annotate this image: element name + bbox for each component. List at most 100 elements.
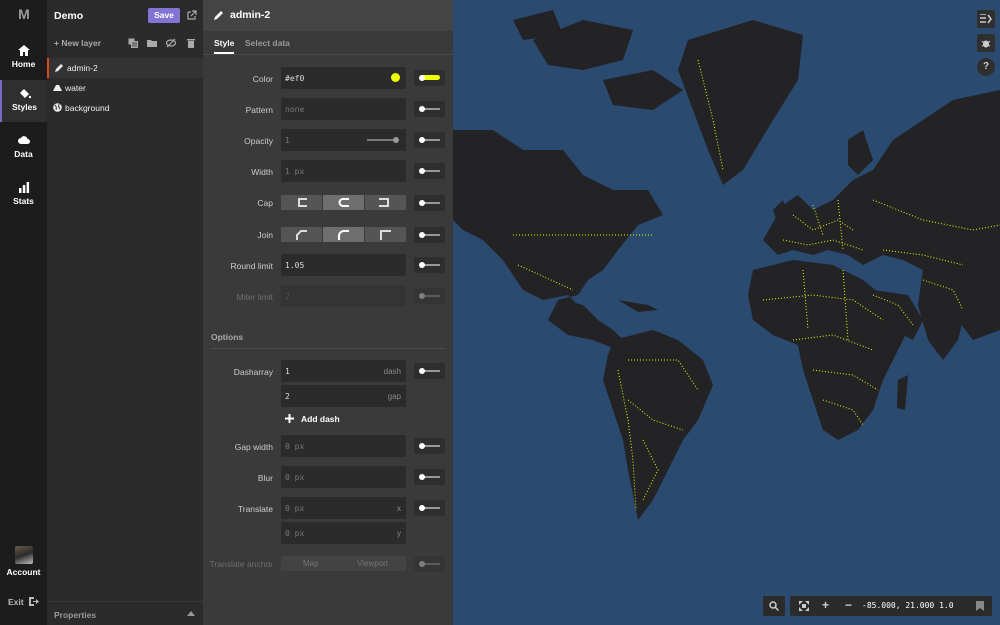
pattern-field[interactable]: none	[281, 98, 406, 120]
blur-zoom-toggle[interactable]	[414, 469, 445, 485]
cap-butt-icon	[298, 198, 307, 207]
property-label: Translate anchor	[209, 559, 273, 569]
bar-chart-icon	[18, 182, 29, 193]
bookmark-icon[interactable]	[976, 601, 984, 611]
join-round-button[interactable]	[323, 227, 364, 242]
fit-bounds-icon[interactable]	[799, 601, 809, 611]
gap-value: 2	[285, 392, 290, 401]
width-zoom-toggle[interactable]	[414, 163, 445, 179]
map-layers-button[interactable]	[977, 10, 995, 28]
translate-zoom-toggle[interactable]	[414, 500, 445, 516]
blur-field[interactable]: 0 px	[281, 466, 406, 488]
opacity-zoom-toggle[interactable]	[414, 132, 445, 148]
translate-y-field[interactable]: 0 px y	[281, 522, 406, 544]
color-zoom-toggle[interactable]	[414, 70, 445, 86]
pattern-zoom-toggle[interactable]	[414, 101, 445, 117]
round-limit-value: 1.05	[285, 261, 305, 270]
tab-select-data[interactable]: Select data	[245, 38, 290, 48]
cap-zoom-toggle[interactable]	[414, 195, 445, 211]
cap-round-button[interactable]	[323, 195, 364, 210]
globe-icon	[53, 103, 62, 112]
round-limit-field[interactable]: 1.05	[281, 254, 406, 276]
nav-item-data[interactable]: Data	[0, 127, 47, 169]
save-button[interactable]: Save	[148, 8, 180, 23]
legend-icon	[980, 14, 992, 24]
exit-button[interactable]: Exit	[8, 597, 39, 607]
join-miter-button[interactable]	[365, 227, 406, 242]
width-field[interactable]: 1 px	[281, 160, 406, 182]
properties-bar[interactable]: Properties	[47, 601, 203, 625]
layers-panel: Demo Save + New layer admin-2 water back…	[47, 0, 203, 625]
nav-item-home[interactable]: Home	[0, 37, 47, 79]
tab-style[interactable]: Style	[214, 38, 235, 54]
zoom-out-icon[interactable]: −	[845, 598, 852, 612]
bug-icon	[981, 40, 991, 48]
nav-item-stats[interactable]: Stats	[0, 174, 47, 216]
dash-value: 1	[285, 367, 290, 376]
property-label: Join	[257, 230, 273, 240]
property-label: Blur	[257, 473, 273, 483]
external-link-icon[interactable]	[187, 10, 197, 20]
map-help-button[interactable]: ?	[977, 58, 995, 76]
dash-field[interactable]: 1 dash	[281, 360, 406, 382]
cap-square-button[interactable]	[365, 195, 406, 210]
translate-anchor-selector: Map Viewport	[281, 556, 406, 571]
map-inspect-button[interactable]	[977, 34, 995, 52]
blur-placeholder: 0 px	[285, 473, 305, 482]
add-dash-button[interactable]: Add dash	[283, 413, 363, 425]
dasharray-zoom-toggle[interactable]	[414, 363, 445, 379]
nav-label-stats: Stats	[13, 196, 34, 206]
gap-field[interactable]: 2 gap	[281, 385, 406, 407]
land-africa	[748, 260, 908, 440]
cap-butt-button[interactable]	[281, 195, 322, 210]
join-bevel-button[interactable]	[281, 227, 322, 242]
map-coordinates[interactable]: -85.000, 21.000 1.0	[862, 601, 954, 610]
opacity-field[interactable]: 1	[281, 129, 406, 151]
land-arctic-islands	[513, 10, 683, 110]
color-field[interactable]: #ef0	[281, 67, 406, 89]
anchor-viewport-option: Viewport	[357, 559, 388, 568]
miter-limit-placeholder: 2	[285, 292, 290, 301]
color-swatch[interactable]	[391, 73, 400, 82]
layer-item-water[interactable]: water	[47, 78, 203, 98]
pencil-icon	[55, 64, 63, 72]
round-limit-zoom-toggle[interactable]	[414, 257, 445, 273]
layer-item-background[interactable]: background	[47, 98, 203, 118]
eye-hidden-icon[interactable]	[166, 38, 176, 48]
plus-icon	[285, 414, 294, 423]
zoom-in-icon[interactable]: +	[822, 598, 829, 612]
chevron-up-icon	[187, 611, 195, 616]
style-editor: admin-2 Style Select data Color #ef0 Pat…	[203, 0, 453, 625]
avatar	[14, 546, 33, 564]
map-search-button[interactable]	[763, 596, 785, 616]
pencil-icon	[214, 11, 223, 20]
duplicate-icon[interactable]	[128, 38, 138, 48]
divider	[211, 348, 445, 349]
nav-item-styles[interactable]: Styles	[0, 80, 47, 122]
property-translate: Translate 0 px x	[203, 497, 453, 521]
cap-round-icon	[338, 198, 349, 207]
cap-square-icon	[379, 198, 389, 207]
account-button[interactable]: Account	[0, 542, 47, 577]
property-label: Gap width	[234, 442, 273, 452]
map-canvas[interactable]: ? + − -85.000, 21.000 1.0	[453, 0, 1000, 625]
layer-item-admin-2[interactable]: admin-2	[47, 58, 203, 78]
join-selector	[281, 227, 406, 242]
search-icon	[769, 601, 779, 611]
translate-x-field[interactable]: 0 px x	[281, 497, 406, 519]
translate-y-placeholder: 0 px	[285, 529, 305, 538]
opacity-slider-handle[interactable]	[393, 137, 399, 143]
trash-icon[interactable]	[186, 38, 196, 48]
property-label: Pattern	[245, 105, 273, 115]
property-cap: Cap	[203, 195, 453, 219]
width-placeholder: 1 px	[285, 167, 305, 176]
gap-width-zoom-toggle[interactable]	[414, 438, 445, 454]
layer-label: admin-2	[67, 63, 98, 73]
join-zoom-toggle[interactable]	[414, 227, 445, 243]
new-layer-button[interactable]: + New layer	[54, 38, 101, 48]
gap-width-field[interactable]: 0 px	[281, 435, 406, 457]
property-round-limit: Round limit 1.05	[203, 254, 453, 278]
folder-icon[interactable]	[147, 38, 157, 48]
app-logo[interactable]: M	[0, 6, 47, 22]
layer-toolbar: + New layer	[47, 31, 203, 55]
